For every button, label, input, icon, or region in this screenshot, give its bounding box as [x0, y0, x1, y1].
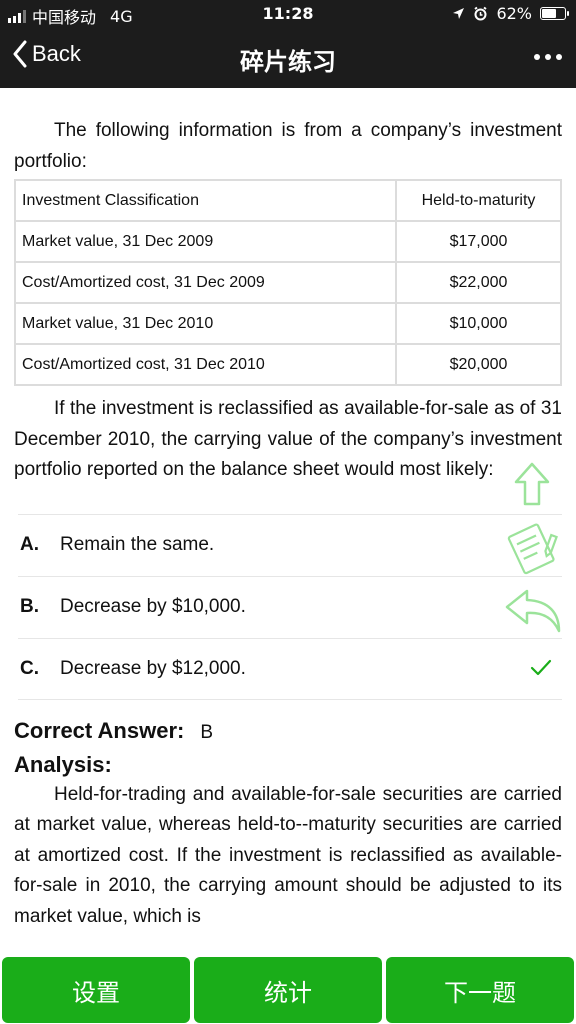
table-row: Cost/Amortized cost, 31 Dec 2009 $22,000 — [14, 261, 562, 304]
correct-answer-value: B — [200, 721, 214, 743]
stats-button[interactable]: 统计 — [194, 957, 382, 1023]
table-cell: Market value, 31 Dec 2010 — [14, 302, 397, 345]
options-list: A. Remain the same. B. Decrease by $10,0… — [0, 513, 576, 700]
option-b[interactable]: B. Decrease by $10,000. — [18, 575, 562, 638]
check-icon — [530, 659, 552, 675]
option-c[interactable]: C. Decrease by $12,000. — [18, 637, 562, 700]
question-intro: The following information is from a comp… — [14, 120, 562, 172]
nav-bar: Back 碎片练习 — [0, 28, 576, 88]
table-cell: Cost/Amortized cost, 31 Dec 2010 — [14, 343, 397, 386]
settings-button[interactable]: 设置 — [2, 957, 190, 1023]
page-title: 碎片练习 — [240, 48, 336, 76]
info-table: Investment Classification Held-to-maturi… — [14, 179, 562, 386]
next-question-button[interactable]: 下一题 — [386, 957, 574, 1023]
table-header-row: Investment Classification Held-to-maturi… — [14, 179, 562, 222]
table-row: Market value, 31 Dec 2010 $10,000 — [14, 302, 562, 345]
more-dot-icon — [534, 54, 540, 60]
table-cell: Market value, 31 Dec 2009 — [14, 220, 397, 263]
table-row: Market value, 31 Dec 2009 $17,000 — [14, 220, 562, 263]
analysis-text: Held-for-trading and available-for-sale … — [14, 783, 562, 927]
table-header-cell: Held-to-maturity — [395, 179, 562, 222]
scroll-top-icon[interactable] — [512, 460, 552, 508]
table-cell: $20,000 — [395, 343, 562, 386]
question-stem: If the investment is reclassified as ava… — [14, 398, 562, 480]
more-button[interactable] — [534, 54, 562, 60]
option-text: Remain the same. — [60, 534, 215, 555]
correct-answer: Correct Answer: B — [14, 718, 562, 744]
table-cell: Cost/Amortized cost, 31 Dec 2009 — [14, 261, 397, 304]
bottom-bar: 设置 统计 下一题 — [0, 955, 576, 1024]
more-dot-icon — [556, 54, 562, 60]
option-letter: B. — [20, 596, 39, 617]
option-text: Decrease by $12,000. — [60, 657, 246, 679]
table-cell: $10,000 — [395, 302, 562, 345]
more-dot-icon — [545, 54, 551, 60]
undo-icon[interactable] — [503, 585, 565, 637]
table-cell: $17,000 — [395, 220, 562, 263]
notes-icon[interactable] — [503, 518, 563, 578]
alarm-icon — [474, 6, 488, 21]
location-icon — [453, 8, 465, 19]
correct-answer-label: Correct Answer: — [14, 717, 185, 743]
option-text: Decrease by $10,000. — [60, 596, 246, 617]
battery-percent: 62% — [496, 4, 532, 23]
status-right: 62% — [452, 4, 569, 23]
table-row: Cost/Amortized cost, 31 Dec 2010 $20,000 — [14, 343, 562, 386]
option-letter: C. — [20, 657, 39, 679]
table-cell: $22,000 — [395, 261, 562, 304]
status-bar: 中国移动 4G 11:28 62% — [0, 0, 576, 28]
battery-icon — [540, 7, 569, 20]
question-content[interactable]: The following information is from a comp… — [0, 88, 576, 950]
option-a[interactable]: A. Remain the same. — [18, 513, 562, 576]
table-header-cell: Investment Classification — [14, 179, 397, 222]
analysis-title: Analysis: — [14, 751, 112, 777]
option-letter: A. — [20, 534, 39, 555]
